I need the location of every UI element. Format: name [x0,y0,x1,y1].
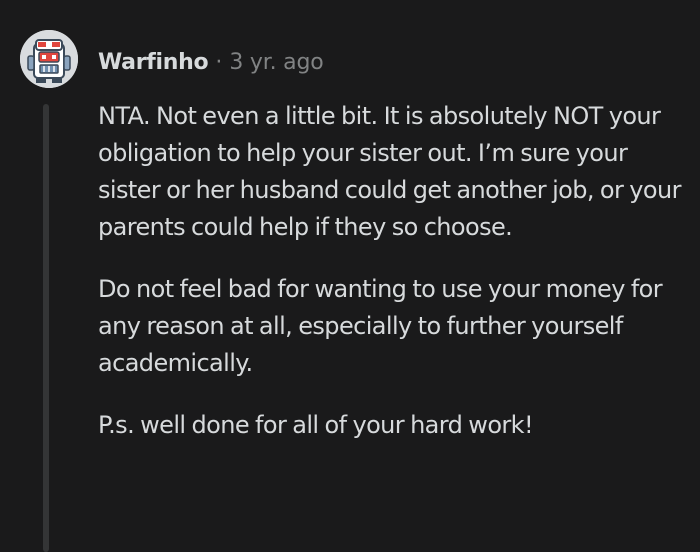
user-avatar[interactable] [20,30,78,88]
comment-meta: Warfinho · 3 yr. ago [98,46,324,78]
author-username[interactable]: Warfinho [98,50,209,75]
comment-paragraph: Do not feel bad for wanting to use your … [98,275,663,377]
comment: Warfinho · 3 yr. ago NTA. Not even a lit… [0,0,700,552]
robot-avatar-icon [20,30,78,88]
comment-paragraph: NTA. Not even a little bit. It is absolu… [98,102,681,241]
comment-paragraph: P.s. well done for all of your hard work… [98,411,534,439]
comment-body: NTA. Not even a little bit. It is absolu… [98,98,688,469]
meta-separator: · [215,49,223,75]
comment-timestamp[interactable]: 3 yr. ago [229,50,323,75]
thread-collapse-line[interactable] [43,104,49,552]
